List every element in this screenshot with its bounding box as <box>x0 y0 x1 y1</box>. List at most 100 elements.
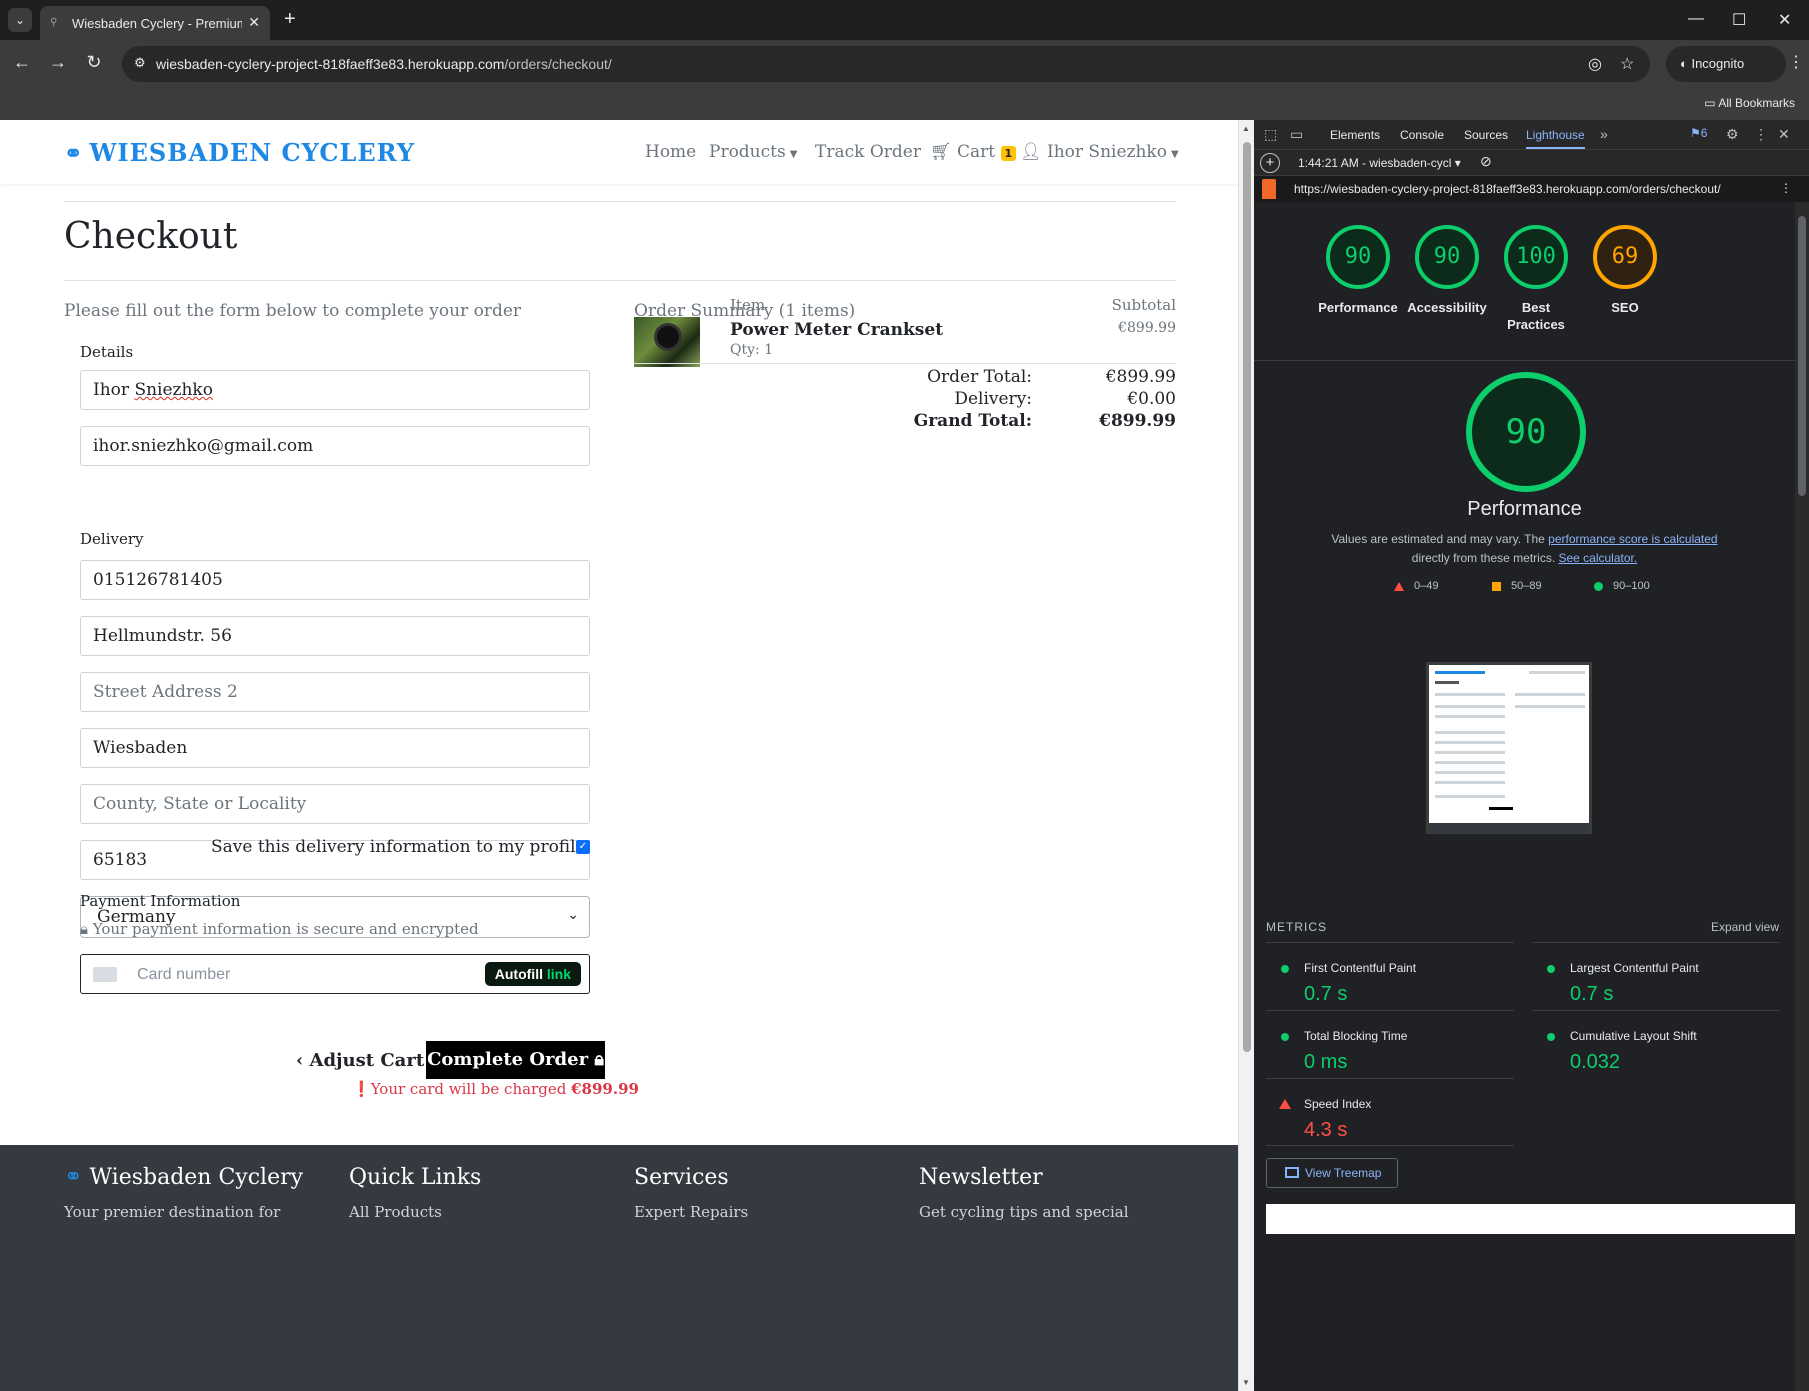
settings-gear-icon[interactable]: ⚙ <box>1726 126 1739 143</box>
delivery-label: Delivery: <box>954 389 1032 409</box>
product-name: Power Meter Crankset <box>730 320 944 340</box>
autofill-link-button[interactable]: Autofill link <box>484 962 581 986</box>
expand-view-toggle[interactable]: Expand view <box>1711 920 1779 934</box>
browser-tab[interactable]: ⚲ Wiesbaden Cyclery - Premium B ✕ <box>40 6 270 40</box>
inspect-element-icon[interactable]: ⬚ <box>1264 126 1277 143</box>
delivery-value: €0.00 <box>1127 389 1176 409</box>
all-bookmarks-button[interactable]: ▭ All Bookmarks <box>1704 96 1795 110</box>
tab-console[interactable]: Console <box>1400 128 1444 142</box>
score-gauge-best-practices[interactable]: 100 Best Practices <box>1488 225 1584 333</box>
tab-elements[interactable]: Elements <box>1330 128 1380 142</box>
forward-button[interactable]: → <box>46 52 70 73</box>
new-report-icon[interactable]: + <box>1260 153 1280 173</box>
device-toolbar-icon[interactable]: ▭ <box>1290 126 1303 143</box>
order-total-label: Order Total: <box>927 367 1032 387</box>
minimize-button[interactable]: — <box>1688 10 1704 28</box>
county-field[interactable]: County, State or Locality <box>80 784 590 824</box>
eye-off-icon[interactable]: ◎ <box>1588 54 1602 74</box>
full-name-field[interactable]: Ihor Sniezhko <box>80 370 590 410</box>
footer-link-all-products[interactable]: All Products <box>349 1203 442 1221</box>
pass-circle-icon <box>1547 1033 1555 1041</box>
nav-user[interactable]: 👤︎ Ihor Sniezhko ▼ <box>1020 142 1179 162</box>
more-tabs-icon[interactable]: » <box>1600 126 1608 142</box>
filmstrip <box>1266 1204 1796 1234</box>
street-address-1-field[interactable]: Hellmundstr. 56 <box>80 616 590 656</box>
legend-pass: 90–100 <box>1594 580 1650 592</box>
nav-home[interactable]: Home <box>645 142 696 162</box>
chevron-left-icon: ‹ <box>296 1050 304 1071</box>
nav-cart[interactable]: 🛒︎ Cart 1 <box>930 142 1017 162</box>
clear-icon[interactable]: ⊘ <box>1480 153 1492 170</box>
close-window-button[interactable]: ✕ <box>1778 10 1791 30</box>
final-screenshot-thumbnail[interactable] <box>1426 662 1592 834</box>
back-button[interactable]: ← <box>10 52 34 73</box>
page-scrollbar[interactable]: ▲ ▼ <box>1238 120 1254 1391</box>
score-gauge-seo[interactable]: 69 SEO <box>1577 225 1673 316</box>
charge-warning: ❗Your card will be charged €899.99 <box>352 1080 639 1098</box>
report-url[interactable]: https://wiesbaden-cyclery-project-818fae… <box>1294 182 1721 196</box>
adjust-cart-button[interactable]: ‹ Adjust Cart <box>296 1050 424 1071</box>
devtools-tabbar: ⬚ ▭ Elements Console Sources Lighthouse … <box>1254 120 1809 150</box>
tab-lighthouse[interactable]: Lighthouse <box>1526 128 1585 149</box>
street-address-2-field[interactable]: Street Address 2 <box>80 672 590 712</box>
nav-products[interactable]: Products ▼ <box>709 142 797 162</box>
bookmarks-bar: ▭ All Bookmarks <box>0 88 1809 120</box>
chevron-down-icon: ▼ <box>789 149 798 160</box>
browser-menu-icon[interactable]: ⋮ <box>1788 52 1804 72</box>
score-gauge-performance[interactable]: 90 Performance <box>1310 225 1406 316</box>
incognito-indicator[interactable]: ◐ Incognito <box>1666 46 1786 82</box>
site-info-icon[interactable]: ⚙ <box>134 55 146 71</box>
chevron-down-icon: ▼ <box>1170 149 1179 160</box>
view-treemap-button[interactable]: View Treemap <box>1266 1158 1398 1188</box>
tab-search-button[interactable]: ⌄ <box>8 8 32 32</box>
scroll-down-icon[interactable]: ▼ <box>1242 1378 1250 1387</box>
devtools-close-icon[interactable]: ✕ <box>1778 126 1790 143</box>
square-icon <box>1492 581 1501 591</box>
reload-button[interactable]: ↻ <box>82 52 106 73</box>
scrollbar-thumb[interactable] <box>1798 216 1806 496</box>
item-column-header: Item <box>730 296 766 314</box>
grand-total-value: €899.99 <box>1099 411 1176 431</box>
card-element[interactable]: Card number Autofill link <box>80 954 590 994</box>
report-menu-icon[interactable]: ⋮ <box>1780 181 1792 195</box>
site-logo[interactable]: ⚭ WIESBADEN CYCLERY <box>64 138 415 167</box>
lighthouse-icon <box>1262 179 1276 199</box>
performance-title: Performance <box>1467 498 1582 520</box>
circle-icon <box>1594 581 1603 591</box>
report-url-bar: https://wiesbaden-cyclery-project-818fae… <box>1254 176 1809 202</box>
lock-icon: 🔒︎ <box>594 1049 604 1070</box>
footer-link-expert-repairs[interactable]: Expert Repairs <box>634 1203 748 1221</box>
performance-big-gauge: 90 <box>1466 372 1586 492</box>
scrollbar-thumb[interactable] <box>1243 142 1251 1052</box>
tab-sources[interactable]: Sources <box>1464 128 1508 142</box>
delivery-legend: Delivery <box>80 530 144 548</box>
divider <box>64 280 1176 281</box>
score-gauge-accessibility[interactable]: 90 Accessibility <box>1399 225 1495 316</box>
metric-cls: Cumulative Layout Shift 0.032 <box>1532 1010 1780 1078</box>
report-select[interactable]: 1:44:21 AM - wiesbaden-cycl ▾ <box>1298 156 1461 170</box>
devtools-scrollbar[interactable] <box>1795 202 1809 1391</box>
issues-badge[interactable]: ⚑6 <box>1690 126 1707 140</box>
divider <box>64 201 1176 202</box>
footer-services-heading: Services <box>634 1165 729 1190</box>
address-bar[interactable]: ⚙ wiesbaden-cyclery-project-818faeff3e83… <box>122 46 1650 82</box>
email-field[interactable]: ihor.sniezhko@gmail.com <box>80 426 590 466</box>
triangle-icon <box>1394 581 1404 591</box>
bicycle-icon: ⚭ <box>64 141 84 167</box>
complete-order-button[interactable]: Complete Order 🔒︎ <box>426 1041 605 1079</box>
pass-circle-icon <box>1281 1033 1289 1041</box>
devtools-menu-icon[interactable]: ⋮ <box>1754 126 1768 143</box>
phone-field[interactable]: 015126781405 <box>80 560 590 600</box>
new-tab-button[interactable]: + <box>284 8 296 30</box>
save-info-checkbox[interactable]: ✓ <box>576 840 590 854</box>
scroll-up-icon[interactable]: ▲ <box>1242 124 1250 133</box>
nav-track-order[interactable]: Track Order <box>815 142 921 162</box>
score-calculated-link[interactable]: performance score is calculated <box>1548 532 1717 546</box>
folder-icon: ▭ <box>1704 96 1719 110</box>
metric-lcp: Largest Contentful Paint 0.7 s <box>1532 942 1780 1010</box>
see-calculator-link[interactable]: See calculator. <box>1558 551 1637 565</box>
town-city-field[interactable]: Wiesbaden <box>80 728 590 768</box>
maximize-button[interactable]: ☐ <box>1732 10 1746 30</box>
tab-close-icon[interactable]: ✕ <box>248 14 260 31</box>
bookmark-star-icon[interactable]: ☆ <box>1620 54 1634 74</box>
